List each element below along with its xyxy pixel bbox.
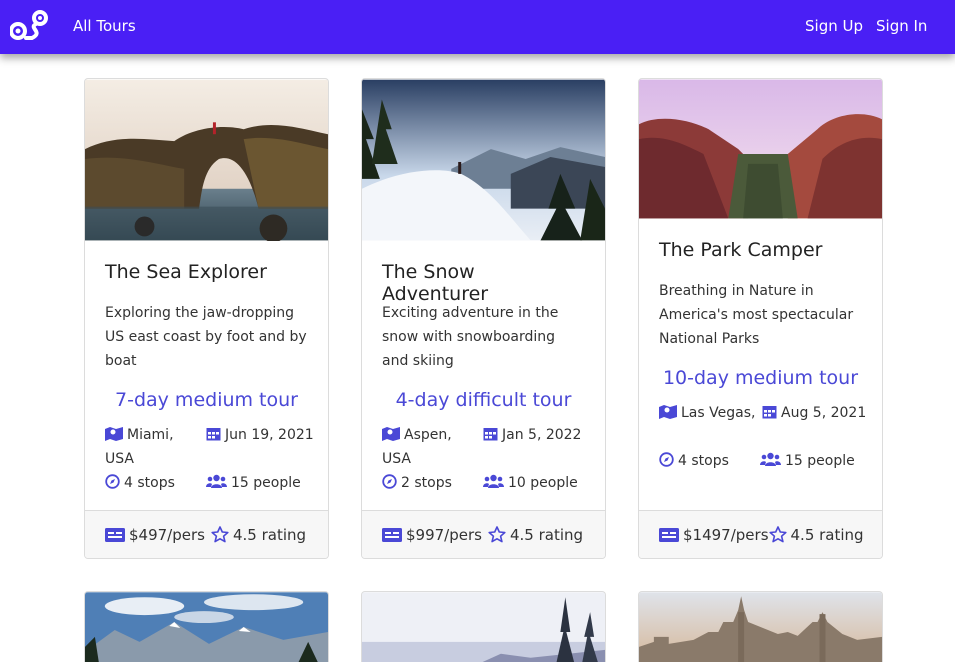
compass-icon [105,474,120,489]
tour-description: Exciting adventure in the snow with snow… [382,305,559,369]
tour-date: Aug 5, 2021 [781,405,867,421]
tour-card[interactable]: The Snow Adventurer Exciting adventure i… [361,78,606,559]
star-icon [211,526,229,543]
tour-price: $997/pers [406,525,482,544]
tour-stops: 2 stops [401,475,452,491]
money-card-icon [382,527,402,542]
nav-all-tours[interactable]: All Tours [73,17,136,35]
tour-price: $1497/pers [683,525,769,544]
tour-stops: 4 stops [124,475,175,491]
calendar-icon [483,428,498,441]
map-marked-icon [105,427,123,441]
tour-date: Jan 5, 2022 [502,427,582,443]
tour-card[interactable]: The Park Camper Breathing in Nature in A… [638,78,883,559]
snow-mountain-photo [362,79,605,241]
tour-rating: 4.5 rating [509,525,584,544]
tour-card[interactable] [84,591,329,662]
users-icon [206,474,227,488]
tour-people: 15 people [785,453,855,469]
tour-card[interactable] [638,591,883,662]
tour-date: Jun 19, 2021 [225,427,314,443]
card-footer: $1497/pers 4.5 rating [639,510,882,558]
tour-summary: 7-day medium tour [115,389,298,411]
tour-card[interactable] [361,591,606,662]
compass-icon [659,452,674,467]
mountain-lake-photo [85,592,328,662]
tour-title[interactable]: The Park Camper [659,239,862,265]
tour-summary: 4-day difficult tour [395,389,572,411]
tour-rating: 4.5 rating [790,525,864,544]
tour-title[interactable]: The Sea Explorer [105,261,308,287]
tour-summary: 10-day medium tour [662,367,859,389]
route-logo-icon[interactable] [10,10,50,42]
star-icon [488,526,506,543]
snowy-forest-photo [362,592,605,662]
tour-people: 10 people [508,475,578,491]
tour-description: Exploring the jaw-dropping US east coast… [105,305,307,369]
users-icon [483,474,504,488]
card-footer: $497/pers 4.5 rating [85,510,328,558]
nav-sign-up[interactable]: Sign Up [805,17,863,35]
navbar: All Tours Sign Up Sign In [0,0,955,54]
tour-title[interactable]: The Snow Adventurer [382,261,585,305]
calendar-icon [206,428,221,441]
money-card-icon [105,527,125,542]
tour-card[interactable]: The Sea Explorer Exploring the jaw-dropp… [84,78,329,559]
card-footer: $997/pers 4.5 rating [362,510,605,558]
canyon-photo [639,79,882,219]
calendar-icon [762,406,777,419]
money-card-icon [659,527,679,542]
compass-icon [382,474,397,489]
users-icon [760,452,781,466]
tour-price: $497/pers [129,525,205,544]
map-marked-icon [659,405,677,419]
map-marked-icon [382,427,400,441]
sea-arch-photo [85,79,328,241]
tour-description: Breathing in Nature in America's most sp… [659,283,854,347]
tour-stops: 4 stops [678,453,729,469]
tour-rating: 4.5 rating [232,525,307,544]
star-icon [768,526,787,543]
tour-people: 15 people [231,475,301,491]
city-skyline-photo [639,592,882,662]
nav-sign-in[interactable]: Sign In [876,17,927,35]
